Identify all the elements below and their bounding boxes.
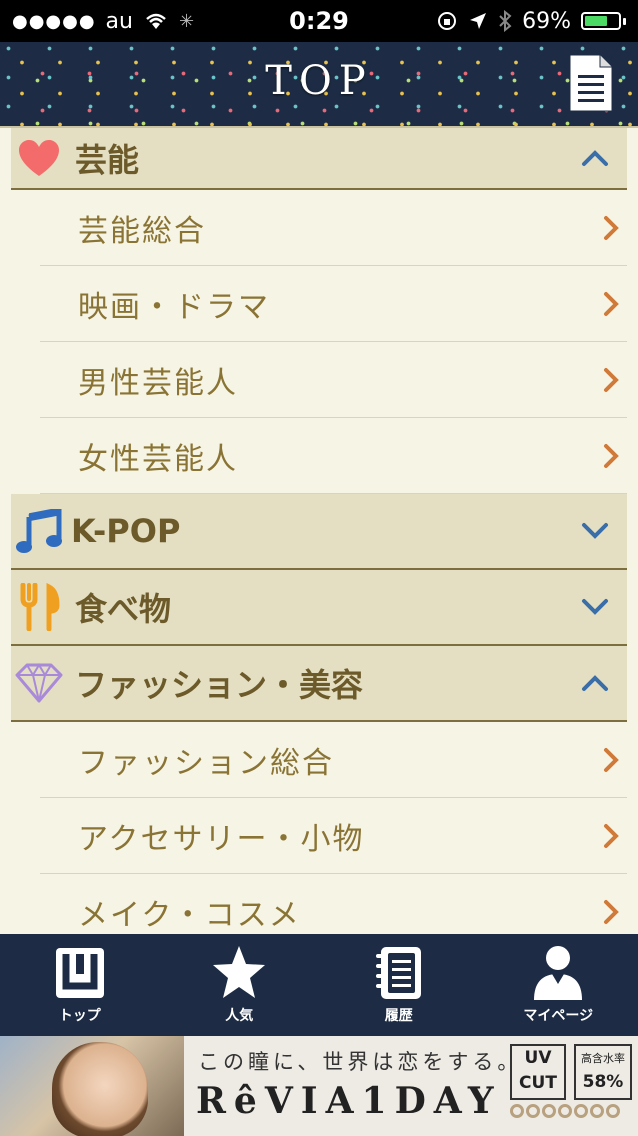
chevron-down-icon[interactable] (581, 522, 609, 540)
category-label: ファッション・美容 (75, 666, 364, 704)
ad-uv-badge: UV CUT (510, 1044, 566, 1100)
chevron-up-icon[interactable] (581, 149, 609, 167)
carrier-label: au (105, 8, 133, 34)
list-item-label: メイク・コスメ (78, 897, 301, 933)
list-item-label: 映画・ドラマ (78, 289, 270, 325)
tab-label: 履歴 (384, 1008, 413, 1024)
tab-label: トップ (58, 1008, 101, 1024)
chevron-right-icon (604, 291, 619, 316)
loading-spinner-icon: ✳ (178, 10, 195, 32)
category-label: K-POP (71, 512, 181, 550)
category-food[interactable]: 食べ物 (11, 570, 627, 646)
tab-label: 人気 (225, 1008, 254, 1024)
category-label: 芸能 (75, 141, 140, 179)
ad-model-photo (0, 1036, 184, 1136)
list-item-label: 男性芸能人 (78, 365, 238, 401)
list-item[interactable]: 芸能総合 (40, 190, 627, 266)
list-item[interactable]: アクセサリー・小物 (40, 798, 627, 874)
heart-icon (15, 134, 63, 182)
music-note-icon (15, 507, 63, 555)
chevron-right-icon (604, 215, 619, 240)
tab-mypage[interactable]: マイページ (479, 934, 638, 1036)
list-item[interactable]: ファッション総合 (40, 722, 627, 798)
ad-rate-badge: 高含水率 58% (574, 1044, 632, 1100)
notebook-icon (375, 947, 421, 999)
chevron-right-icon (604, 367, 619, 392)
user-icon (534, 946, 583, 1000)
header: TOP (0, 42, 638, 128)
list-item[interactable]: 映画・ドラマ (40, 266, 627, 342)
lens-samples (510, 1104, 620, 1118)
star-icon (213, 946, 266, 998)
ad-brand: RêVIA1DAY (196, 1080, 502, 1122)
list-item-label: ファッション総合 (78, 745, 334, 781)
list-item-label: 女性芸能人 (78, 441, 238, 477)
clock: 0:29 (289, 7, 349, 35)
tab-top[interactable]: トップ (0, 934, 160, 1036)
tab-history[interactable]: 履歴 (319, 934, 479, 1036)
category-entertainment[interactable]: 芸能 (11, 128, 627, 190)
category-kpop[interactable]: K-POP (11, 494, 627, 570)
document-icon[interactable] (568, 53, 614, 113)
top-icon (55, 948, 104, 998)
chevron-up-icon[interactable] (581, 674, 609, 692)
chevron-down-icon[interactable] (581, 598, 609, 616)
tab-popular[interactable]: 人気 (160, 934, 320, 1036)
orientation-lock-icon (438, 12, 457, 30)
ad-banner[interactable]: この瞳に、世界は恋をする。 RêVIA1DAY UV CUT 高含水率 58% (0, 1036, 638, 1136)
bluetooth-icon (499, 10, 512, 32)
tab-bar: トップ 人気 履歴 マイページ (0, 934, 638, 1036)
list-item-label: アクセサリー・小物 (78, 821, 365, 857)
battery-percent: 69% (522, 8, 571, 34)
chevron-right-icon (604, 823, 619, 848)
wifi-icon (146, 13, 166, 29)
battery-icon (581, 12, 626, 30)
tab-label: マイページ (523, 1008, 594, 1024)
list-item-label: 芸能総合 (78, 213, 206, 249)
battery-fill (585, 16, 608, 26)
fork-knife-icon (15, 583, 63, 631)
chevron-right-icon (604, 899, 619, 924)
category-fashion-beauty[interactable]: ファッション・美容 (11, 646, 627, 722)
status-bar: ●●●●● au ✳ 0:29 69% (0, 0, 638, 42)
category-label: 食べ物 (75, 590, 172, 628)
chevron-right-icon (604, 747, 619, 772)
category-list: 芸能 芸能総合 映画・ドラマ 男性芸能人 女性芸能人 K-POP 食べ物 ファッ… (0, 128, 638, 934)
ad-tagline: この瞳に、世界は恋をする。 (198, 1050, 523, 1074)
list-item[interactable]: メイク・コスメ (40, 874, 627, 934)
ad-content: この瞳に、世界は恋をする。 RêVIA1DAY UV CUT 高含水率 58% (184, 1036, 638, 1136)
diamond-icon (15, 659, 63, 707)
location-arrow-icon (470, 13, 487, 29)
list-item[interactable]: 男性芸能人 (40, 342, 627, 418)
signal-dots-icon: ●●●●● (12, 10, 96, 32)
chevron-right-icon (604, 443, 619, 468)
list-item[interactable]: 女性芸能人 (40, 418, 627, 494)
page-title: TOP (265, 58, 373, 104)
